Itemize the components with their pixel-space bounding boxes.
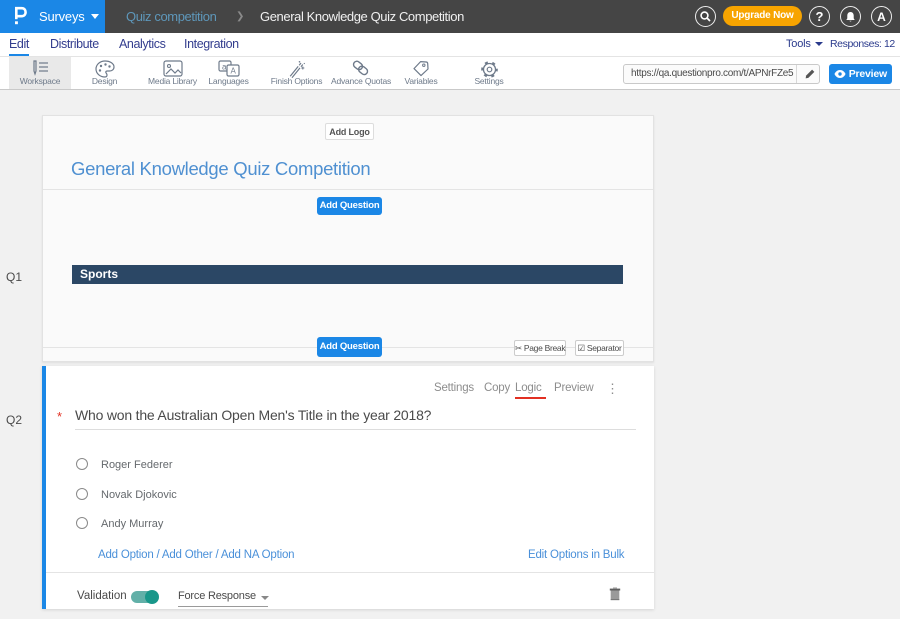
svg-text:A: A	[230, 67, 236, 76]
svg-text:a: a	[222, 63, 227, 72]
